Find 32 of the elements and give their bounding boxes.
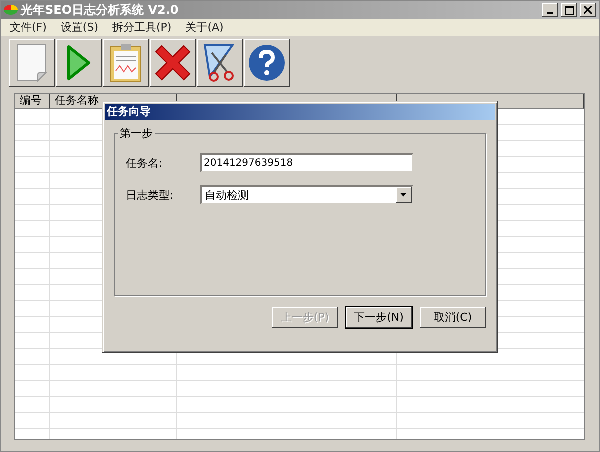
dialog-button[interactable]: 取消(C) <box>420 307 486 328</box>
clipboard-chart-icon <box>110 43 142 83</box>
dropdown[interactable]: 自动检测 <box>200 185 414 205</box>
window-title: 光年SEO日志分析系统 V2.0 <box>21 2 180 18</box>
toolbar-button[interactable] <box>244 39 290 87</box>
toolbar-button[interactable] <box>56 39 102 87</box>
scissors-icon <box>202 43 238 83</box>
menu-item[interactable]: 设置(S) <box>54 20 106 35</box>
blank-page-icon <box>17 44 47 82</box>
input-field[interactable]: 20141297639518 <box>200 153 414 173</box>
column-header[interactable]: 编号 <box>15 94 50 109</box>
play-icon <box>66 45 92 81</box>
field-label: 任务名: <box>125 156 164 170</box>
help-icon <box>248 44 286 82</box>
menu-item[interactable]: 文件(F) <box>3 20 54 35</box>
menu-item[interactable]: 关于(A) <box>178 20 231 35</box>
dialog-title: 任务向导 <box>105 104 495 120</box>
close-icon <box>584 6 592 14</box>
dialog-button[interactable]: 下一步(N) <box>346 307 412 328</box>
field-label: 日志类型: <box>125 188 175 202</box>
toolbar-button[interactable] <box>197 39 243 87</box>
toolbar-button[interactable] <box>150 39 196 87</box>
toolbar-button[interactable] <box>9 39 55 87</box>
toolbar-button[interactable] <box>103 39 149 87</box>
close-button[interactable] <box>580 3 596 17</box>
menu-item[interactable]: 拆分工具(P) <box>106 20 179 35</box>
delete-icon <box>154 44 192 82</box>
minimize-button[interactable] <box>542 3 558 17</box>
app-logo-icon <box>4 4 18 16</box>
maximize-icon <box>564 6 574 14</box>
maximize-button[interactable] <box>561 3 577 17</box>
group-label: 第一步 <box>119 126 154 141</box>
